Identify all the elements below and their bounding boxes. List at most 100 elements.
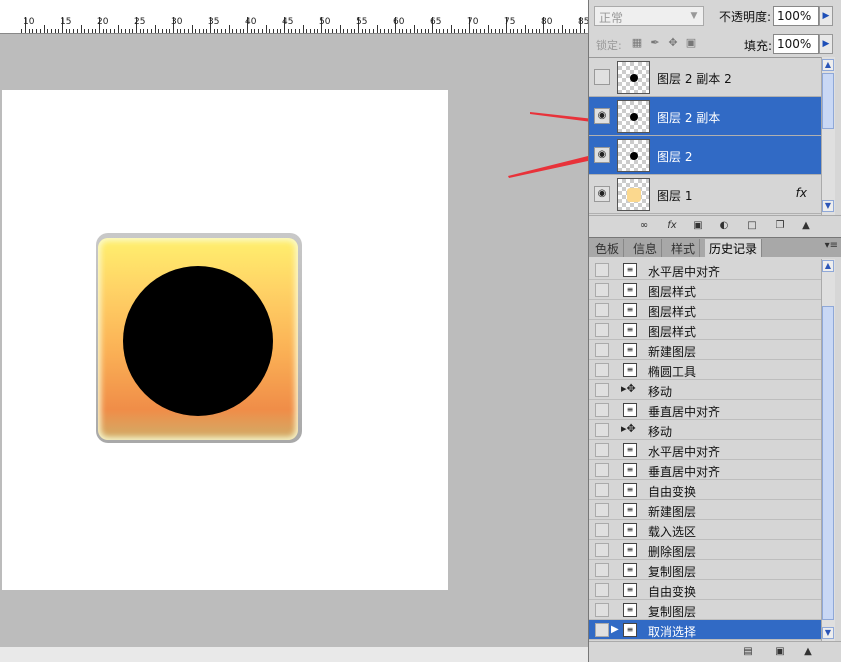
visibility-eye-icon[interactable]: ◉ — [594, 147, 610, 163]
opacity-input[interactable]: 100% — [773, 6, 819, 26]
layers-scroll-thumb[interactable] — [822, 73, 834, 129]
layer-effects-icon[interactable]: fx — [796, 186, 807, 200]
visibility-eye-icon[interactable] — [594, 69, 610, 85]
ruler-tick — [387, 29, 389, 33]
black-circle-graphic — [123, 266, 273, 416]
history-item[interactable]: ≡ 图层样式 — [589, 320, 821, 340]
visibility-eye-icon[interactable]: ◉ — [594, 108, 610, 124]
ruler-tick — [243, 29, 245, 33]
lock-paint-icon[interactable]: ✒ — [649, 37, 661, 49]
layer-row[interactable]: 图层 2 副本 2 — [589, 58, 821, 97]
snapshot-source-checkbox[interactable] — [595, 583, 609, 597]
history-item-label: 图层样式 — [648, 325, 697, 339]
lock-move-icon[interactable]: ✥ — [667, 37, 679, 49]
layers-scrollbar[interactable]: ▲ ▼ — [821, 57, 835, 215]
snapshot-source-checkbox[interactable] — [595, 523, 609, 537]
lock-transparency-icon[interactable]: ▦ — [631, 37, 643, 49]
new-group-icon[interactable]: □ — [745, 219, 759, 232]
history-step-icon: ≡ — [623, 283, 637, 297]
new-document-icon[interactable]: ▤ — [741, 645, 755, 658]
layer-row[interactable]: ◉ 图层 1 fx — [589, 175, 821, 214]
scroll-down-icon[interactable]: ▼ — [822, 627, 834, 639]
fill-input[interactable]: 100% — [773, 34, 819, 54]
ruler-tick — [228, 25, 230, 33]
snapshot-source-checkbox[interactable] — [595, 303, 609, 317]
ruler-tick — [128, 29, 130, 33]
history-item-label: 新建图层 — [648, 505, 697, 519]
history-item[interactable]: ≡ 删除图层 — [589, 540, 821, 560]
history-step-icon: ≡ — [623, 443, 637, 457]
snapshot-source-checkbox[interactable] — [595, 323, 609, 337]
ruler-tick — [102, 29, 104, 33]
history-item-label: 垂直居中对齐 — [648, 405, 721, 419]
layer-row[interactable]: ◉ 图层 2 — [589, 136, 821, 175]
snapshot-icon[interactable]: ▣ — [773, 645, 787, 658]
right-panel: 正常 ▼ 不透明度: 100% ▶ 锁定: ▦ ✒ ✥ ▣ 填充: 100% ▶… — [588, 0, 841, 662]
snapshot-source-checkbox[interactable] — [595, 563, 609, 577]
history-item[interactable]: ≡ 自由变换 — [589, 580, 821, 600]
ruler-tick — [291, 29, 293, 33]
opacity-stepper-button[interactable]: ▶ — [819, 6, 833, 26]
panel-tab[interactable]: 信息 — [629, 239, 663, 257]
visibility-eye-icon[interactable]: ◉ — [594, 186, 610, 202]
snapshot-source-checkbox[interactable] — [595, 283, 609, 297]
history-item[interactable]: ≡ 垂直居中对齐 — [589, 400, 821, 420]
history-item[interactable]: ≡ 新建图层 — [589, 500, 821, 520]
snapshot-source-checkbox[interactable] — [595, 443, 609, 457]
snapshot-source-checkbox[interactable] — [595, 403, 609, 417]
link-layers-icon[interactable]: ∞ — [637, 219, 651, 232]
snapshot-source-checkbox[interactable] — [595, 603, 609, 617]
snapshot-source-checkbox[interactable] — [595, 343, 609, 357]
history-step-icon: ≡ — [623, 483, 637, 497]
history-item[interactable]: ≡ 自由变换 — [589, 480, 821, 500]
history-item[interactable]: ▶ ≡ 取消选择 — [589, 620, 821, 640]
scroll-up-icon[interactable]: ▲ — [822, 59, 834, 71]
history-item[interactable]: ≡ 复制图层 — [589, 560, 821, 580]
history-item[interactable]: ≡ 水平居中对齐 — [589, 440, 821, 460]
layer-thumbnail — [617, 100, 650, 133]
snapshot-source-checkbox[interactable] — [595, 423, 609, 437]
history-item[interactable]: ≡ 垂直居中对齐 — [589, 460, 821, 480]
ruler-label: 30 — [171, 17, 183, 27]
scroll-down-icon[interactable]: ▼ — [822, 200, 834, 212]
ruler-tick — [557, 29, 559, 33]
trash-icon[interactable]: ▲ — [799, 219, 813, 232]
layer-mask-icon[interactable]: ▣ — [691, 219, 705, 232]
ruler-tick — [150, 29, 152, 33]
snapshot-source-checkbox[interactable] — [595, 483, 609, 497]
history-item[interactable]: ≡ 图层样式 — [589, 280, 821, 300]
history-item[interactable]: ≡ 复制图层 — [589, 600, 821, 620]
history-item[interactable]: ≡ 水平居中对齐 — [589, 260, 821, 280]
snapshot-source-checkbox[interactable] — [595, 363, 609, 377]
snapshot-source-checkbox[interactable] — [595, 463, 609, 477]
scroll-up-icon[interactable]: ▲ — [822, 260, 834, 272]
ruler-tick — [380, 29, 382, 33]
new-layer-icon[interactable]: ❐ — [773, 219, 787, 232]
layer-row[interactable]: ◉ 图层 2 副本 — [589, 97, 821, 136]
fill-stepper-button[interactable]: ▶ — [819, 34, 833, 54]
panel-tab[interactable]: 历史记录 — [705, 239, 763, 257]
history-item[interactable]: ▸✥ 移动 — [589, 380, 821, 400]
trash-icon[interactable]: ▲ — [801, 645, 815, 658]
panel-tab[interactable]: 色板 — [591, 239, 625, 257]
panel-tab[interactable]: 样式 — [667, 239, 701, 257]
history-item[interactable]: ▸✥ 移动 — [589, 420, 821, 440]
history-item[interactable]: ≡ 载入选区 — [589, 520, 821, 540]
layer-style-icon[interactable]: fx — [665, 219, 679, 232]
history-scroll-thumb[interactable] — [822, 306, 834, 620]
snapshot-source-checkbox[interactable] — [595, 623, 609, 637]
snapshot-source-checkbox[interactable] — [595, 543, 609, 557]
ruler-tick — [180, 29, 182, 33]
snapshot-source-checkbox[interactable] — [595, 263, 609, 277]
snapshot-source-checkbox[interactable] — [595, 383, 609, 397]
history-item[interactable]: ≡ 图层样式 — [589, 300, 821, 320]
adjustment-layer-icon[interactable]: ◐ — [717, 219, 731, 232]
blend-mode-select[interactable]: 正常 ▼ — [594, 6, 704, 26]
ruler-tick — [435, 29, 437, 33]
history-item[interactable]: ≡ 新建图层 — [589, 340, 821, 360]
history-item[interactable]: ≡ 椭圆工具 — [589, 360, 821, 380]
panel-menu-icon[interactable]: ▾≡ — [825, 240, 838, 251]
snapshot-source-checkbox[interactable] — [595, 503, 609, 517]
lock-all-icon[interactable]: ▣ — [685, 37, 697, 49]
history-item-label: 水平居中对齐 — [648, 265, 721, 279]
